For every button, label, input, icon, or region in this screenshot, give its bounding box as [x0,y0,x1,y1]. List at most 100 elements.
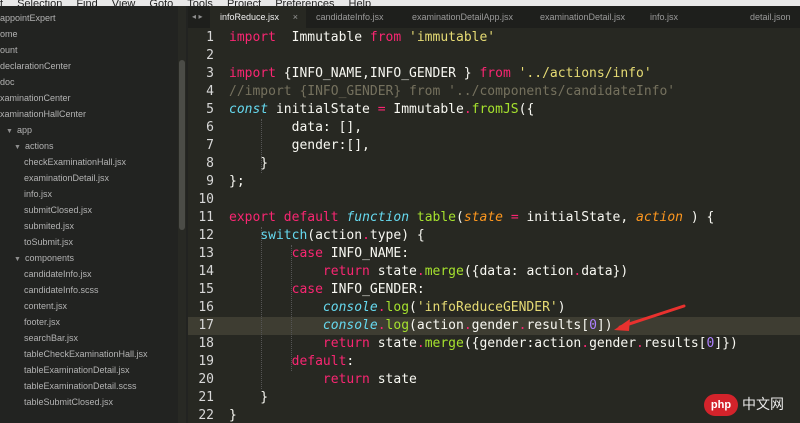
sidebar-item-label: declarationCenter [0,61,72,71]
line-number: 3 [206,66,214,81]
code-token: . [377,300,386,315]
code-token: case [291,282,323,297]
code-line[interactable]: import Immutable from 'immutable' [229,29,495,47]
code-line[interactable]: default: [229,353,355,371]
sidebar-item-label: tableCheckExaminationHall.jsx [24,349,148,359]
sidebar-file[interactable]: doc [0,74,15,90]
sidebar-folder[interactable]: ▼ actions [14,138,53,154]
tab-6[interactable]: detail.json [740,6,800,28]
code-line[interactable]: data: [], [229,119,362,137]
code-line[interactable]: gender:[], [229,137,370,155]
sidebar-file[interactable]: checkExaminationHall.jsx [24,154,126,170]
tab-4[interactable]: examinationDetail.jsx [530,6,640,28]
code-line[interactable]: switch(action.type) { [229,227,425,245]
code-line[interactable]: return state.merge({data: action.data}) [229,263,628,281]
line-number: 19 [198,354,214,369]
sidebar-item-label: appointExpert [0,13,56,23]
sidebar-file[interactable]: xaminationHallCenter [0,106,86,122]
code-line[interactable]: } [229,407,237,423]
code-token: 0 [589,318,597,333]
code-token: ]}) [714,336,738,351]
sidebar-file[interactable]: toSubmit.jsx [24,234,73,250]
sidebar-item-label: footer.jsx [24,317,61,327]
tab-5[interactable]: info.jsx [640,6,740,28]
code-line[interactable]: return state [229,371,417,389]
code-token: log [385,318,410,333]
code-line[interactable]: }; [229,173,245,191]
code-line[interactable]: import {INFO_NAME,INFO_GENDER } from '..… [229,65,652,83]
code-line[interactable]: export default function table(state = in… [229,209,714,227]
code-line[interactable]: case INFO_NAME: [229,245,409,263]
code-token: default [291,354,347,369]
code-token: import [229,30,276,45]
sidebar-file[interactable]: ount [0,42,18,58]
sidebar: tableSubmitClosed.jsx tableExaminationDet… [0,6,188,423]
sidebar-file[interactable]: submitClosed.jsx [24,202,92,218]
line-number: 16 [198,300,214,315]
code-token: merge [424,264,464,279]
code-line[interactable]: const initialState = Immutable.fromJS({ [229,101,534,119]
line-number: 22 [198,408,214,423]
line-number: 4 [206,84,214,99]
sidebar-item-label: toSubmit.jsx [24,237,74,247]
code-token: state [369,372,417,387]
sidebar-file[interactable]: declarationCenter [0,58,71,74]
code-line[interactable]: console.log('infoReduceGENDER') [229,299,566,317]
line-number: 7 [206,138,214,153]
sidebar-file[interactable]: tableExaminationDetail.scss [24,378,137,394]
code-token: ( [409,300,417,315]
sidebar-item-label: ome [0,29,18,39]
code-token: type) { [369,228,425,243]
line-number: 11 [198,210,214,225]
sidebar-file[interactable]: xaminationCenter [0,90,71,106]
code-token: } [229,408,237,423]
sidebar-file[interactable]: candidateInfo.scss [24,282,99,298]
sidebar-file[interactable]: candidateInfo.jsx [24,266,92,282]
code-line[interactable]: } [229,389,268,407]
sidebar-file[interactable]: submited.jsx [24,218,74,234]
code-line[interactable]: case INFO_GENDER: [229,281,425,299]
sidebar-folder[interactable]: ▼ components [14,250,74,266]
tab-label: examinationDetailApp.jsx [412,12,514,22]
folder-expand-icon[interactable]: ▼ [6,128,13,135]
code-token: Immutable [385,102,464,117]
code-line[interactable]: //import {INFO_GENDER} from '../componen… [229,83,675,101]
code-line[interactable]: } [229,155,268,173]
folder-expand-icon[interactable]: ▼ [14,144,21,151]
sidebar-file[interactable]: examinationDetail.jsx [24,170,109,186]
code-token: '../actions/info' [518,66,652,81]
tab-1[interactable]: infoReduce.jsx × [210,6,306,28]
code-token: return [322,264,370,279]
code-token: } [229,156,269,171]
sidebar-scrollbar-thumb[interactable] [179,60,185,230]
sidebar-file[interactable]: searchBar.jsx [24,330,78,346]
tab-label: detail.json [750,12,791,22]
sidebar-item-label: candidateInfo.jsx [24,269,92,279]
sidebar-file[interactable]: tableCheckExaminationHall.jsx [24,346,148,362]
sidebar-folder[interactable]: ▼ app [6,122,32,138]
tab-2[interactable]: candidateInfo.jsx [306,6,402,28]
code-line[interactable]: console.log(action.gender.results[0]) [229,317,613,335]
sidebar-file[interactable]: tableExaminationDetail.jsx [24,362,130,378]
sidebar-file[interactable]: content.jsx [24,298,67,314]
sidebar-file[interactable]: ome [0,26,18,42]
sidebar-file[interactable]: footer.jsx [24,314,60,330]
tab-scroll-arrows-icon[interactable]: ◂ ▸ [192,6,203,28]
tab-close-icon[interactable]: × [293,6,298,28]
code-editor[interactable]: 1 2 3 4 5 6 7 8 9 10 11 12 13 14 15 16 17 18 19 20 21 22 impor… [188,28,800,423]
code-token: (action [307,228,363,243]
folder-expand-icon[interactable]: ▼ [14,256,21,263]
sidebar-item-label: xaminationHallCenter [0,109,87,119]
tab-3[interactable]: examinationDetailApp.jsx [402,6,530,28]
sidebar-file[interactable]: tableSubmitClosed.jsx [24,394,113,410]
sidebar-file[interactable]: appointExpert [0,10,56,26]
tab-bar: ◂ ▸ infoReduce.jsx × candidateInfo.jsx exam… [188,6,800,28]
sidebar-item-label: tableSubmitClosed.jsx [24,397,114,407]
sidebar-file[interactable]: info.jsx [24,186,52,202]
sidebar-item-label: tableExaminationDetail.jsx [24,365,130,375]
line-number: 9 [206,174,214,189]
